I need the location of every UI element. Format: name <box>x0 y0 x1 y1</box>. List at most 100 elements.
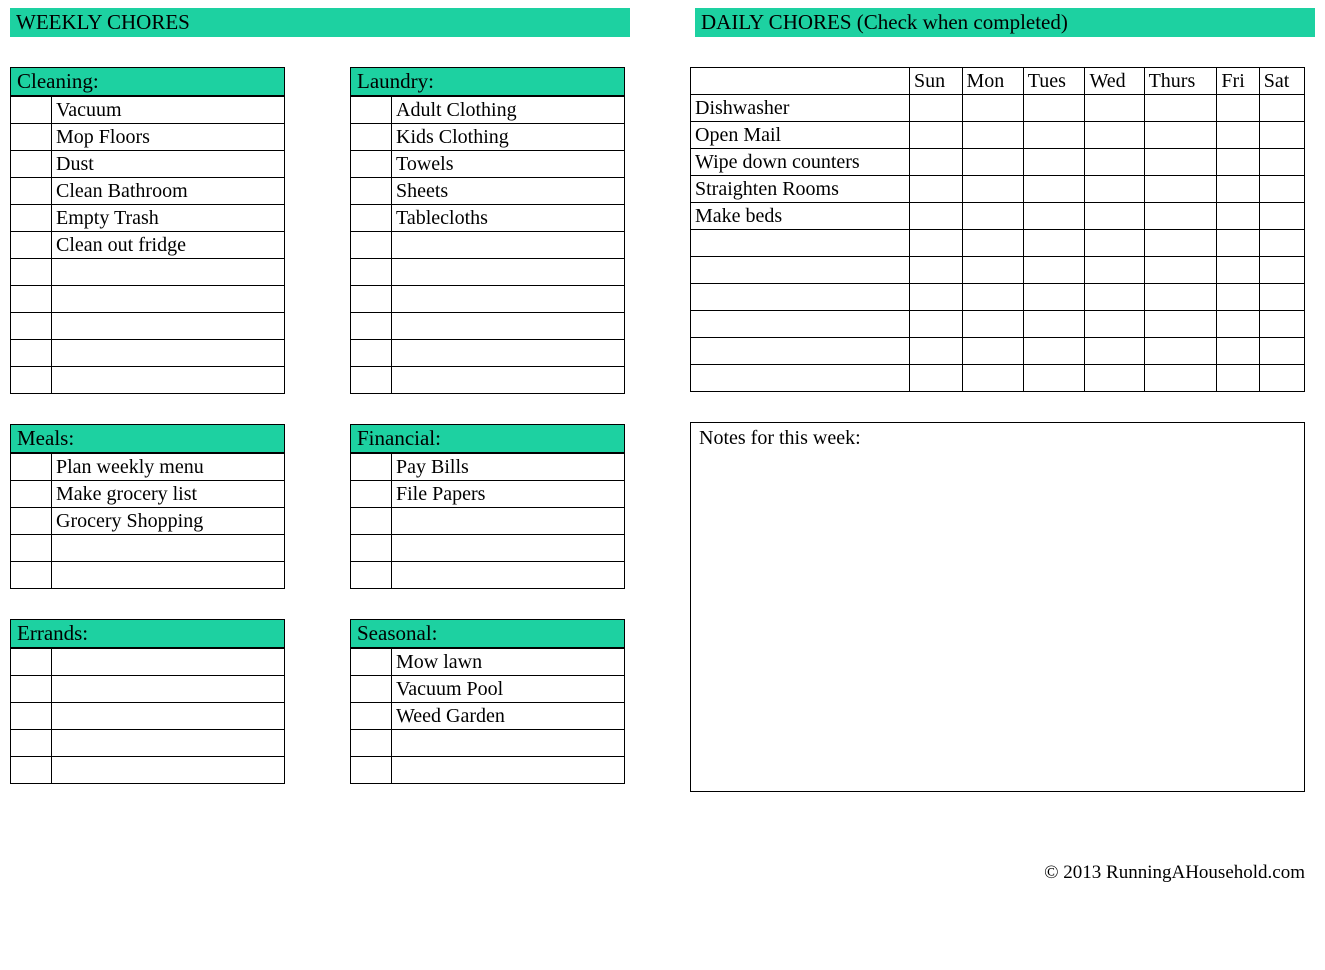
check-cell[interactable] <box>11 286 52 313</box>
check-cell[interactable] <box>962 338 1023 365</box>
check-cell[interactable] <box>1259 365 1304 392</box>
check-cell[interactable] <box>962 311 1023 338</box>
check-cell[interactable] <box>351 232 392 259</box>
check-cell[interactable] <box>1085 149 1144 176</box>
check-cell[interactable] <box>1023 311 1085 338</box>
check-cell[interactable] <box>910 203 963 230</box>
check-cell[interactable] <box>1023 257 1085 284</box>
check-cell[interactable] <box>351 454 392 481</box>
check-cell[interactable] <box>11 367 52 394</box>
check-cell[interactable] <box>910 311 963 338</box>
check-cell[interactable] <box>1259 284 1304 311</box>
check-cell[interactable] <box>351 259 392 286</box>
check-cell[interactable] <box>1259 338 1304 365</box>
check-cell[interactable] <box>1259 149 1304 176</box>
check-cell[interactable] <box>962 95 1023 122</box>
check-cell[interactable] <box>910 365 963 392</box>
check-cell[interactable] <box>1144 257 1217 284</box>
check-cell[interactable] <box>11 535 52 562</box>
check-cell[interactable] <box>351 97 392 124</box>
check-cell[interactable] <box>1144 176 1217 203</box>
check-cell[interactable] <box>1259 176 1304 203</box>
check-cell[interactable] <box>910 338 963 365</box>
check-cell[interactable] <box>1144 365 1217 392</box>
check-cell[interactable] <box>351 124 392 151</box>
check-cell[interactable] <box>11 178 52 205</box>
check-cell[interactable] <box>351 205 392 232</box>
check-cell[interactable] <box>962 122 1023 149</box>
check-cell[interactable] <box>11 562 52 589</box>
check-cell[interactable] <box>1023 230 1085 257</box>
check-cell[interactable] <box>11 649 52 676</box>
check-cell[interactable] <box>962 257 1023 284</box>
check-cell[interactable] <box>1144 284 1217 311</box>
check-cell[interactable] <box>1144 311 1217 338</box>
check-cell[interactable] <box>1023 284 1085 311</box>
check-cell[interactable] <box>11 703 52 730</box>
check-cell[interactable] <box>1259 95 1304 122</box>
check-cell[interactable] <box>11 259 52 286</box>
check-cell[interactable] <box>1085 284 1144 311</box>
check-cell[interactable] <box>1023 149 1085 176</box>
check-cell[interactable] <box>910 149 963 176</box>
check-cell[interactable] <box>351 508 392 535</box>
check-cell[interactable] <box>1144 230 1217 257</box>
check-cell[interactable] <box>11 508 52 535</box>
check-cell[interactable] <box>962 284 1023 311</box>
check-cell[interactable] <box>1085 338 1144 365</box>
notes-box[interactable]: Notes for this week: <box>690 422 1305 792</box>
check-cell[interactable] <box>1217 230 1259 257</box>
check-cell[interactable] <box>910 230 963 257</box>
check-cell[interactable] <box>1023 176 1085 203</box>
check-cell[interactable] <box>351 730 392 757</box>
check-cell[interactable] <box>11 151 52 178</box>
check-cell[interactable] <box>1085 230 1144 257</box>
check-cell[interactable] <box>351 703 392 730</box>
check-cell[interactable] <box>910 257 963 284</box>
check-cell[interactable] <box>351 151 392 178</box>
check-cell[interactable] <box>1085 257 1144 284</box>
check-cell[interactable] <box>351 481 392 508</box>
check-cell[interactable] <box>1144 203 1217 230</box>
check-cell[interactable] <box>1217 311 1259 338</box>
check-cell[interactable] <box>1144 149 1217 176</box>
check-cell[interactable] <box>11 730 52 757</box>
check-cell[interactable] <box>1259 122 1304 149</box>
check-cell[interactable] <box>910 284 963 311</box>
check-cell[interactable] <box>910 176 963 203</box>
check-cell[interactable] <box>1217 284 1259 311</box>
check-cell[interactable] <box>1023 365 1085 392</box>
check-cell[interactable] <box>11 124 52 151</box>
check-cell[interactable] <box>1085 203 1144 230</box>
check-cell[interactable] <box>1217 176 1259 203</box>
check-cell[interactable] <box>351 178 392 205</box>
check-cell[interactable] <box>962 203 1023 230</box>
check-cell[interactable] <box>11 676 52 703</box>
check-cell[interactable] <box>1144 338 1217 365</box>
check-cell[interactable] <box>1259 203 1304 230</box>
check-cell[interactable] <box>910 122 963 149</box>
check-cell[interactable] <box>351 340 392 367</box>
check-cell[interactable] <box>1085 122 1144 149</box>
check-cell[interactable] <box>351 562 392 589</box>
check-cell[interactable] <box>1217 338 1259 365</box>
check-cell[interactable] <box>1085 95 1144 122</box>
check-cell[interactable] <box>351 649 392 676</box>
check-cell[interactable] <box>351 286 392 313</box>
check-cell[interactable] <box>1217 257 1259 284</box>
check-cell[interactable] <box>351 535 392 562</box>
check-cell[interactable] <box>11 340 52 367</box>
check-cell[interactable] <box>11 205 52 232</box>
check-cell[interactable] <box>351 676 392 703</box>
check-cell[interactable] <box>11 232 52 259</box>
check-cell[interactable] <box>11 757 52 784</box>
check-cell[interactable] <box>1085 311 1144 338</box>
check-cell[interactable] <box>962 176 1023 203</box>
check-cell[interactable] <box>962 149 1023 176</box>
check-cell[interactable] <box>351 313 392 340</box>
check-cell[interactable] <box>1259 257 1304 284</box>
check-cell[interactable] <box>962 365 1023 392</box>
check-cell[interactable] <box>1023 95 1085 122</box>
check-cell[interactable] <box>1217 203 1259 230</box>
check-cell[interactable] <box>1023 122 1085 149</box>
